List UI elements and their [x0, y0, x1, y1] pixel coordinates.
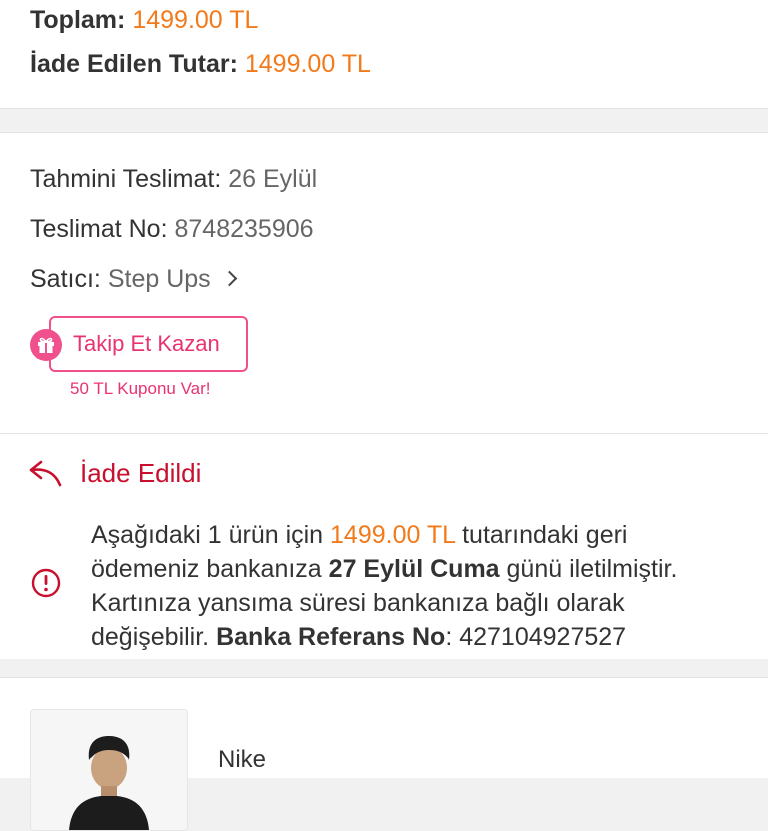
product-image[interactable]	[30, 709, 188, 831]
total-label: Toplam:	[30, 6, 126, 34]
seller-row[interactable]: Satıcı: Step Ups	[30, 265, 237, 294]
coupon-text: 50 TL Kuponu Var!	[70, 379, 211, 398]
refund-msg-part-1: Aşağıdaki 1 ürün için	[91, 521, 331, 549]
bank-reference-value: : 427104927527	[445, 623, 627, 651]
return-arrow-icon	[28, 458, 64, 493]
info-icon	[30, 567, 62, 604]
seller-link[interactable]: Step Ups	[108, 265, 211, 293]
chevron-right-icon	[221, 270, 237, 287]
delivery-card: Tahmini Teslimat: 26 Eylül Teslimat No: …	[0, 132, 768, 434]
delivery-no-row: Teslimat No: 8748235906	[30, 215, 314, 244]
refunded-label: İade Edilen Tutar:	[30, 50, 238, 78]
gift-icon	[30, 329, 62, 361]
estimated-delivery-row: Tahmini Teslimat: 26 Eylül	[30, 165, 317, 194]
follow-earn-button[interactable]: Takip Et Kazan	[49, 316, 248, 372]
total-row: Toplam: 1499.00 TL	[30, 6, 258, 35]
delivery-no-value: 8748235906	[174, 215, 314, 243]
total-value: 1499.00 TL	[132, 6, 259, 34]
refunded-value: 1499.00 TL	[244, 50, 371, 78]
totals-card: Toplam: 1499.00 TL İade Edilen Tutar: 14…	[0, 0, 768, 109]
follow-earn-label: Takip Et Kazan	[73, 331, 220, 356]
refund-card: İade Edildi Aşağıdaki 1 ürün için 1499.0…	[0, 434, 768, 659]
estimated-delivery-value: 26 Eylül	[228, 165, 318, 193]
delivery-no-label: Teslimat No:	[30, 215, 168, 243]
product-card[interactable]: Nike	[0, 677, 768, 831]
refund-status: İade Edildi	[80, 458, 202, 488]
refunded-row: İade Edilen Tutar: 1499.00 TL	[30, 50, 371, 79]
seller-label: Satıcı:	[30, 265, 101, 293]
refund-message: Aşağıdaki 1 ürün için 1499.00 TL tutarın…	[91, 518, 741, 654]
refund-msg-date: 27 Eylül Cuma	[328, 555, 500, 583]
estimated-delivery-label: Tahmini Teslimat:	[30, 165, 222, 193]
bank-reference-label: Banka Referans No	[216, 623, 446, 651]
refund-msg-amount: 1499.00 TL	[330, 521, 456, 549]
product-brand: Nike	[218, 746, 267, 773]
